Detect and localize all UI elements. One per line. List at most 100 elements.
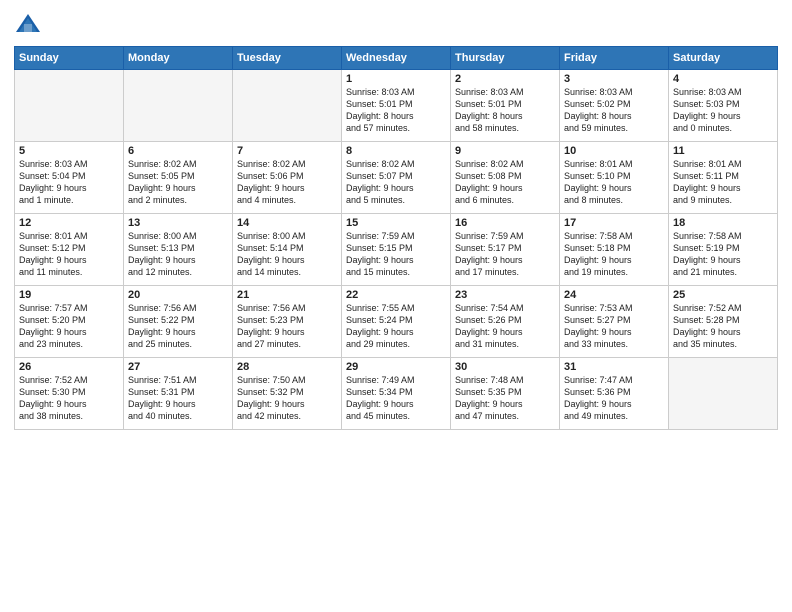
day-info: Sunrise: 7:50 AMSunset: 5:32 PMDaylight:… [237,374,337,423]
day-info: Sunrise: 7:59 AMSunset: 5:17 PMDaylight:… [455,230,555,279]
calendar-cell: 19Sunrise: 7:57 AMSunset: 5:20 PMDayligh… [15,286,124,358]
calendar-cell [124,70,233,142]
weekday-header-saturday: Saturday [669,47,778,70]
calendar-cell: 12Sunrise: 8:01 AMSunset: 5:12 PMDayligh… [15,214,124,286]
calendar-cell [15,70,124,142]
day-info: Sunrise: 8:03 AMSunset: 5:01 PMDaylight:… [455,86,555,135]
week-row-5: 26Sunrise: 7:52 AMSunset: 5:30 PMDayligh… [15,358,778,430]
day-info: Sunrise: 7:47 AMSunset: 5:36 PMDaylight:… [564,374,664,423]
weekday-header-monday: Monday [124,47,233,70]
calendar-cell: 15Sunrise: 7:59 AMSunset: 5:15 PMDayligh… [342,214,451,286]
calendar-cell: 3Sunrise: 8:03 AMSunset: 5:02 PMDaylight… [560,70,669,142]
day-info: Sunrise: 7:49 AMSunset: 5:34 PMDaylight:… [346,374,446,423]
logo [14,10,46,38]
calendar-cell: 17Sunrise: 7:58 AMSunset: 5:18 PMDayligh… [560,214,669,286]
calendar-body: 1Sunrise: 8:03 AMSunset: 5:01 PMDaylight… [15,70,778,430]
logo-icon [14,10,42,38]
day-number: 13 [128,217,228,229]
day-number: 8 [346,145,446,157]
day-number: 16 [455,217,555,229]
day-number: 21 [237,289,337,301]
calendar-cell: 9Sunrise: 8:02 AMSunset: 5:08 PMDaylight… [451,142,560,214]
calendar-cell: 27Sunrise: 7:51 AMSunset: 5:31 PMDayligh… [124,358,233,430]
calendar-cell: 28Sunrise: 7:50 AMSunset: 5:32 PMDayligh… [233,358,342,430]
weekday-header-friday: Friday [560,47,669,70]
calendar-cell: 29Sunrise: 7:49 AMSunset: 5:34 PMDayligh… [342,358,451,430]
weekday-header-thursday: Thursday [451,47,560,70]
week-row-4: 19Sunrise: 7:57 AMSunset: 5:20 PMDayligh… [15,286,778,358]
calendar-cell: 7Sunrise: 8:02 AMSunset: 5:06 PMDaylight… [233,142,342,214]
calendar-cell: 26Sunrise: 7:52 AMSunset: 5:30 PMDayligh… [15,358,124,430]
calendar-cell: 18Sunrise: 7:58 AMSunset: 5:19 PMDayligh… [669,214,778,286]
calendar-cell: 6Sunrise: 8:02 AMSunset: 5:05 PMDaylight… [124,142,233,214]
calendar-cell: 11Sunrise: 8:01 AMSunset: 5:11 PMDayligh… [669,142,778,214]
calendar-table: SundayMondayTuesdayWednesdayThursdayFrid… [14,46,778,430]
day-number: 28 [237,361,337,373]
day-number: 2 [455,73,555,85]
day-number: 25 [673,289,773,301]
day-number: 18 [673,217,773,229]
day-info: Sunrise: 7:52 AMSunset: 5:28 PMDaylight:… [673,302,773,351]
day-number: 27 [128,361,228,373]
day-info: Sunrise: 8:03 AMSunset: 5:01 PMDaylight:… [346,86,446,135]
calendar-cell: 24Sunrise: 7:53 AMSunset: 5:27 PMDayligh… [560,286,669,358]
day-number: 6 [128,145,228,157]
day-number: 26 [19,361,119,373]
calendar-cell: 20Sunrise: 7:56 AMSunset: 5:22 PMDayligh… [124,286,233,358]
day-number: 7 [237,145,337,157]
calendar-cell: 30Sunrise: 7:48 AMSunset: 5:35 PMDayligh… [451,358,560,430]
day-number: 15 [346,217,446,229]
calendar-cell: 31Sunrise: 7:47 AMSunset: 5:36 PMDayligh… [560,358,669,430]
calendar-cell: 2Sunrise: 8:03 AMSunset: 5:01 PMDaylight… [451,70,560,142]
day-number: 23 [455,289,555,301]
calendar-cell: 16Sunrise: 7:59 AMSunset: 5:17 PMDayligh… [451,214,560,286]
day-info: Sunrise: 7:48 AMSunset: 5:35 PMDaylight:… [455,374,555,423]
day-info: Sunrise: 7:58 AMSunset: 5:18 PMDaylight:… [564,230,664,279]
calendar-cell: 23Sunrise: 7:54 AMSunset: 5:26 PMDayligh… [451,286,560,358]
day-info: Sunrise: 8:02 AMSunset: 5:07 PMDaylight:… [346,158,446,207]
day-number: 29 [346,361,446,373]
day-info: Sunrise: 7:57 AMSunset: 5:20 PMDaylight:… [19,302,119,351]
day-number: 19 [19,289,119,301]
day-number: 17 [564,217,664,229]
day-info: Sunrise: 7:59 AMSunset: 5:15 PMDaylight:… [346,230,446,279]
day-number: 9 [455,145,555,157]
day-number: 1 [346,73,446,85]
day-info: Sunrise: 7:53 AMSunset: 5:27 PMDaylight:… [564,302,664,351]
week-row-2: 5Sunrise: 8:03 AMSunset: 5:04 PMDaylight… [15,142,778,214]
day-number: 20 [128,289,228,301]
day-info: Sunrise: 7:56 AMSunset: 5:22 PMDaylight:… [128,302,228,351]
page: SundayMondayTuesdayWednesdayThursdayFrid… [0,0,792,612]
calendar-cell: 10Sunrise: 8:01 AMSunset: 5:10 PMDayligh… [560,142,669,214]
calendar-cell: 13Sunrise: 8:00 AMSunset: 5:13 PMDayligh… [124,214,233,286]
day-number: 24 [564,289,664,301]
day-number: 12 [19,217,119,229]
day-info: Sunrise: 8:02 AMSunset: 5:06 PMDaylight:… [237,158,337,207]
day-number: 4 [673,73,773,85]
weekday-header-row: SundayMondayTuesdayWednesdayThursdayFrid… [15,47,778,70]
calendar-cell [233,70,342,142]
day-info: Sunrise: 7:58 AMSunset: 5:19 PMDaylight:… [673,230,773,279]
calendar-cell: 5Sunrise: 8:03 AMSunset: 5:04 PMDaylight… [15,142,124,214]
calendar-cell [669,358,778,430]
day-info: Sunrise: 8:01 AMSunset: 5:12 PMDaylight:… [19,230,119,279]
day-number: 3 [564,73,664,85]
day-info: Sunrise: 8:01 AMSunset: 5:10 PMDaylight:… [564,158,664,207]
calendar-cell: 21Sunrise: 7:56 AMSunset: 5:23 PMDayligh… [233,286,342,358]
day-info: Sunrise: 7:56 AMSunset: 5:23 PMDaylight:… [237,302,337,351]
day-number: 10 [564,145,664,157]
day-info: Sunrise: 8:00 AMSunset: 5:14 PMDaylight:… [237,230,337,279]
weekday-header-sunday: Sunday [15,47,124,70]
day-info: Sunrise: 8:00 AMSunset: 5:13 PMDaylight:… [128,230,228,279]
weekday-header-wednesday: Wednesday [342,47,451,70]
day-info: Sunrise: 7:54 AMSunset: 5:26 PMDaylight:… [455,302,555,351]
day-info: Sunrise: 8:02 AMSunset: 5:08 PMDaylight:… [455,158,555,207]
day-info: Sunrise: 8:03 AMSunset: 5:04 PMDaylight:… [19,158,119,207]
week-row-1: 1Sunrise: 8:03 AMSunset: 5:01 PMDaylight… [15,70,778,142]
calendar-cell: 25Sunrise: 7:52 AMSunset: 5:28 PMDayligh… [669,286,778,358]
calendar-header: SundayMondayTuesdayWednesdayThursdayFrid… [15,47,778,70]
day-info: Sunrise: 7:51 AMSunset: 5:31 PMDaylight:… [128,374,228,423]
day-number: 14 [237,217,337,229]
day-number: 31 [564,361,664,373]
day-number: 5 [19,145,119,157]
